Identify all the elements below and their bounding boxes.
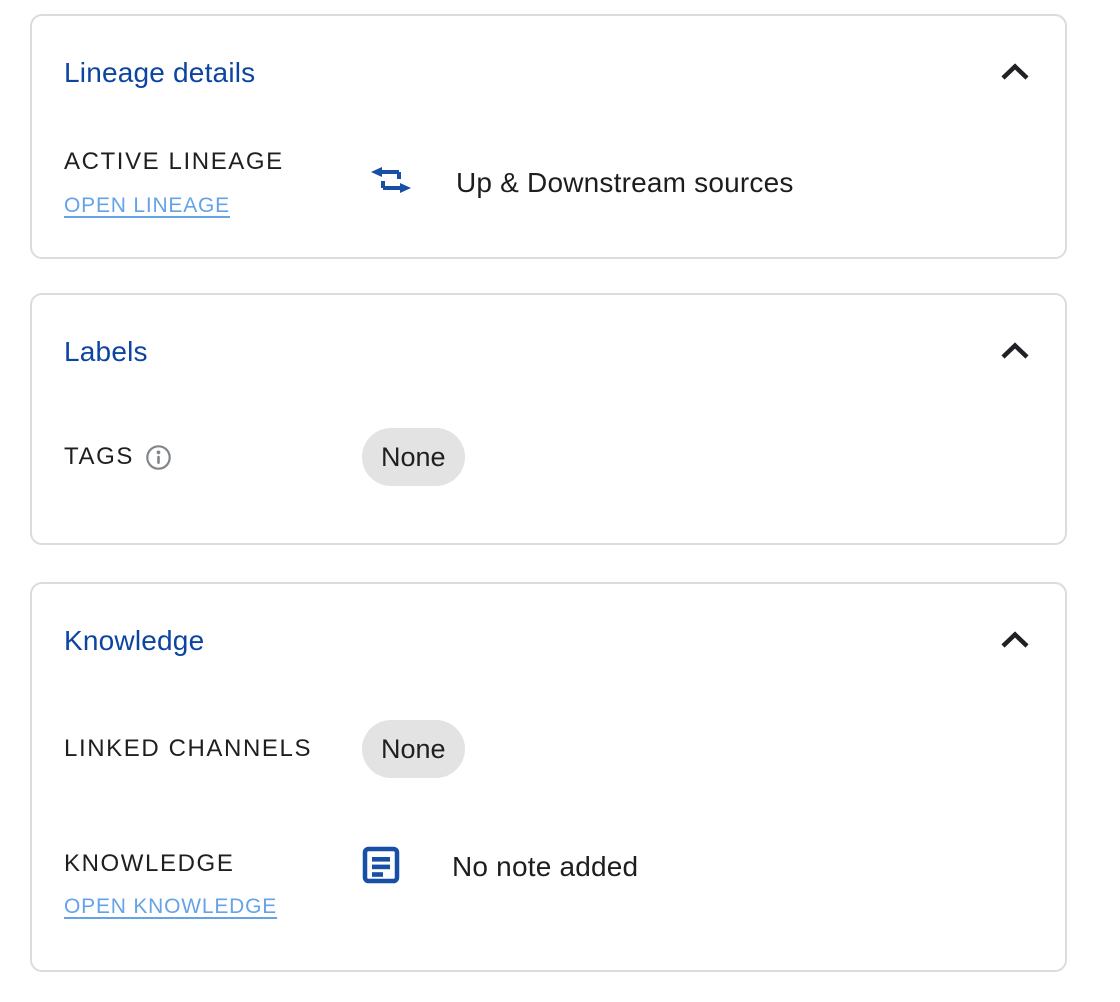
linked-channels-row: LINKED CHANNELS None bbox=[64, 720, 1017, 778]
active-lineage-value: Up & Downstream sources bbox=[362, 167, 794, 199]
tags-label-col: TAGS bbox=[64, 443, 362, 471]
knowledge-note-value: No note added bbox=[362, 848, 638, 886]
knowledge-label-col: KNOWLEDGE OPEN KNOWLEDGE bbox=[64, 848, 362, 919]
linked-channels-none-chip: None bbox=[362, 720, 465, 778]
active-lineage-row: ACTIVE LINEAGE OPEN LINEAGE Up & Downstr… bbox=[64, 148, 1017, 218]
lineage-details-card: Lineage details ACTIVE LINEAGE OPEN LINE… bbox=[30, 14, 1067, 259]
collapse-labels-button[interactable] bbox=[993, 341, 1037, 375]
card-title-lineage: Lineage details bbox=[64, 56, 1017, 90]
tags-none-chip: None bbox=[362, 428, 465, 486]
note-icon bbox=[362, 846, 400, 889]
knowledge-note-text: No note added bbox=[452, 851, 638, 883]
info-icon[interactable] bbox=[145, 444, 172, 471]
active-lineage-label-col: ACTIVE LINEAGE OPEN LINEAGE bbox=[64, 148, 362, 218]
swap-arrows-icon bbox=[370, 167, 412, 199]
collapse-lineage-button[interactable] bbox=[993, 62, 1037, 96]
card-title-knowledge: Knowledge bbox=[64, 624, 1017, 658]
labels-card: Labels TAGS None bbox=[30, 293, 1067, 545]
tags-value: None bbox=[362, 428, 465, 486]
knowledge-card: Knowledge LINKED CHANNELS None KNOWLEDGE… bbox=[30, 582, 1067, 972]
card-title-labels: Labels bbox=[64, 335, 1017, 369]
lineage-direction-value: Up & Downstream sources bbox=[456, 167, 794, 199]
chevron-up-icon bbox=[1000, 341, 1030, 364]
knowledge-label: KNOWLEDGE bbox=[64, 850, 362, 878]
knowledge-note-row: KNOWLEDGE OPEN KNOWLEDGE No note added bbox=[64, 848, 1017, 919]
active-lineage-label: ACTIVE LINEAGE bbox=[64, 148, 362, 176]
linked-channels-label: LINKED CHANNELS bbox=[64, 735, 312, 762]
linked-channels-label-col: LINKED CHANNELS bbox=[64, 735, 362, 763]
tags-label: TAGS bbox=[64, 443, 134, 471]
linked-channels-value: None bbox=[362, 720, 465, 778]
open-lineage-link[interactable]: OPEN LINEAGE bbox=[64, 194, 230, 218]
open-knowledge-link[interactable]: OPEN KNOWLEDGE bbox=[64, 895, 277, 919]
collapse-knowledge-button[interactable] bbox=[993, 630, 1037, 664]
chevron-up-icon bbox=[1000, 62, 1030, 85]
chevron-up-icon bbox=[1000, 630, 1030, 653]
tags-row: TAGS None bbox=[64, 428, 1017, 486]
